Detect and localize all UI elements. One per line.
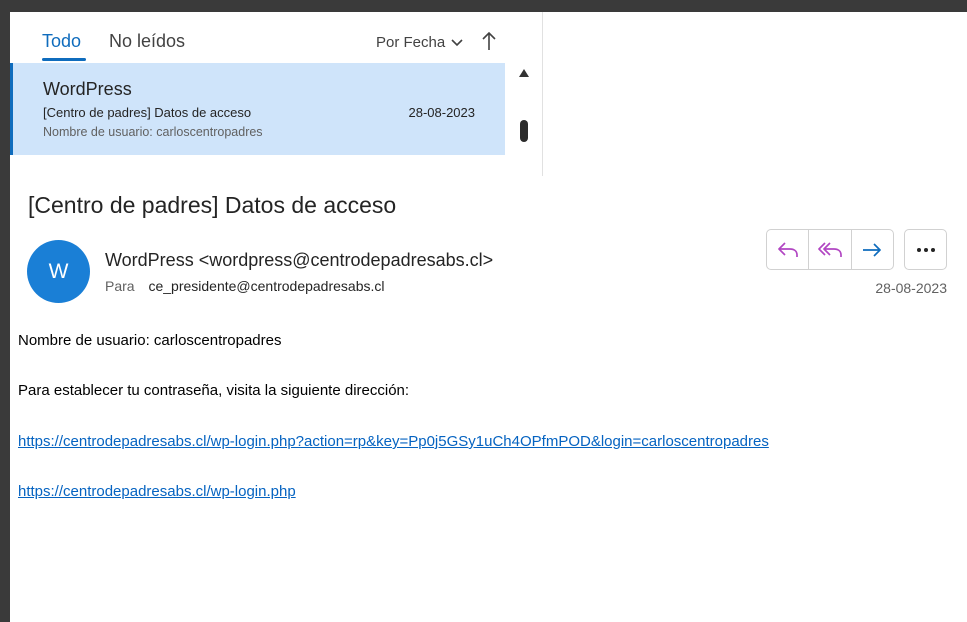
tab-unread[interactable]: No leídos [109,31,185,52]
forward-button[interactable] [852,230,893,269]
mail-window: Todo No leídos Por Fecha WordPress [Cent… [10,12,967,622]
scroll-thumb[interactable] [520,120,528,142]
avatar: W [27,240,90,303]
sort-by-date-button[interactable]: Por Fecha [376,34,463,51]
to-label: Para [105,278,135,294]
message-actions [766,229,894,270]
list-item[interactable]: WordPress [Centro de padres] Datos de ac… [10,63,505,155]
reply-button[interactable] [767,230,810,269]
reply-all-button[interactable] [809,230,852,269]
message-date: 28-08-2023 [875,280,947,296]
list-item-date: 28-08-2023 [408,105,476,120]
chevron-down-icon [451,38,463,46]
sort-label: Por Fecha [376,34,446,51]
list-scrollbar[interactable] [513,63,535,173]
scroll-up-icon[interactable] [519,69,529,77]
arrow-up-icon[interactable] [480,30,498,52]
forward-icon [863,242,882,257]
more-actions-button[interactable] [904,229,947,270]
reply-all-icon [818,241,842,257]
list-item-preview: Nombre de usuario: carloscentropadres [43,125,263,139]
message-list-pane: Todo No leídos Por Fecha WordPress [Cent… [10,12,543,176]
message-recipients: Para ce_presidente@centrodepadresabs.cl [105,278,385,294]
message-from[interactable]: WordPress <wordpress@centrodepadresabs.c… [105,250,493,271]
login-link[interactable]: https://centrodepadresabs.cl/wp-login.ph… [18,483,296,500]
list-item-subject: [Centro de padres] Datos de acceso [43,105,252,120]
tab-all[interactable]: Todo [42,31,81,52]
password-reset-link[interactable]: https://centrodepadresabs.cl/wp-login.ph… [18,433,769,450]
avatar-initial: W [48,259,69,283]
list-item-sender: WordPress [43,79,132,99]
message-subject: [Centro de padres] Datos de acceso [28,192,397,218]
reply-icon [777,241,798,257]
active-tab-indicator [42,58,86,61]
more-icon [916,247,935,252]
body-instruction: Para establecer tu contraseña, visita la… [18,382,410,399]
body-username-line: Nombre de usuario: carloscentropadres [18,332,282,349]
recipient-address[interactable]: ce_presidente@centrodepadresabs.cl [148,278,384,294]
